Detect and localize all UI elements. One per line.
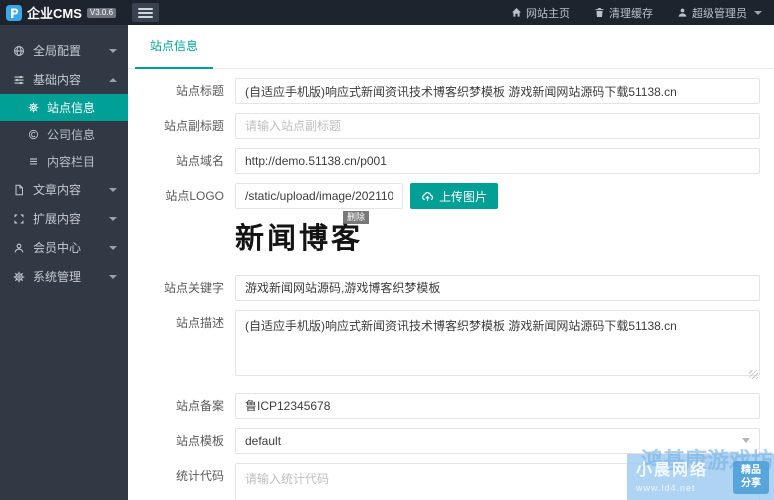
user-icon — [677, 7, 688, 18]
site-logo-label: 站点LOGO — [165, 189, 224, 203]
sidebar-submenu-basic-content: 站点信息 公司信息 内容栏目 — [0, 94, 128, 175]
form-row-site-domain: 站点域名 — [128, 148, 760, 174]
upload-image-button[interactable]: 上传图片 — [410, 183, 499, 209]
home-icon — [511, 7, 522, 18]
site-keywords-input[interactable] — [235, 274, 760, 301]
sidebar-item-company-info[interactable]: 公司信息 — [0, 121, 128, 148]
brand-logo-icon — [6, 5, 22, 21]
nav-site-home[interactable]: 网站主页 — [499, 0, 582, 25]
brand-area[interactable]: 企业CMS V3.0.6 — [0, 3, 128, 22]
form-row-site-template: 站点模板 default — [128, 427, 760, 454]
logo-preview-image: 新闻博客 — [235, 221, 364, 255]
sidebar-item-basic-content[interactable]: 基础内容 — [0, 65, 128, 94]
tab-bar: 站点信息 — [128, 25, 774, 69]
form-row-site-description: 站点描述 (自适应手机版)响应式新闻资讯技术博客织梦模板 游戏新闻网站源码下载5… — [128, 309, 760, 381]
gear-icon — [13, 271, 25, 283]
form-row-stats-code: 统计代码 — [128, 462, 760, 500]
chevron-down-icon — [109, 274, 117, 279]
cloud-upload-icon — [421, 190, 434, 203]
site-subtitle-label: 站点副标题 — [163, 119, 224, 133]
chevron-down-icon — [109, 48, 117, 53]
form-row-site-keywords: 站点关键字 — [128, 274, 760, 301]
sidebar-item-article-content[interactable]: 文章内容 — [0, 175, 128, 204]
top-nav: 网站主页 清理缓存 超级管理员 — [499, 0, 774, 25]
form-row-site-icp: 站点备案 — [128, 392, 760, 419]
sidebar-item-member-center[interactable]: 会员中心 — [0, 233, 128, 262]
chevron-down-icon — [754, 10, 762, 15]
gear-icon — [28, 102, 39, 113]
sliders-icon — [13, 74, 25, 86]
sidebar: 全局配置 基础内容 站点信息 公司信息 内容栏目 文章内容 扩展内容 会员中心 — [0, 25, 128, 500]
top-header-bar: 企业CMS V3.0.6 网站主页 清理缓存 超级管理员 — [0, 0, 774, 25]
chevron-down-icon — [109, 216, 117, 221]
site-template-select[interactable]: default — [235, 427, 760, 454]
stats-code-label: 统计代码 — [175, 468, 224, 483]
trash-icon — [594, 7, 605, 18]
form-row-site-title: 站点标题 — [128, 78, 760, 104]
globe-icon — [13, 45, 25, 57]
main-content: 站点信息 站点标题 站点副标题 站点域名 站点LOGO 上传图片 — [128, 25, 774, 500]
site-domain-label: 站点域名 — [175, 154, 224, 168]
chevron-down-icon — [742, 438, 750, 444]
tab-site-info[interactable]: 站点信息 — [135, 37, 214, 69]
list-icon — [28, 156, 39, 167]
sidebar-item-extended-content[interactable]: 扩展内容 — [0, 204, 128, 233]
hamburger-icon — [138, 7, 153, 10]
chevron-up-icon — [109, 77, 117, 82]
site-info-form: 站点标题 站点副标题 站点域名 站点LOGO 上传图片 删除 新闻博客 — [128, 69, 774, 500]
stats-code-textarea[interactable] — [235, 462, 760, 500]
form-row-site-logo: 站点LOGO 上传图片 — [128, 183, 760, 209]
site-description-textarea[interactable]: (自适应手机版)响应式新闻资讯技术博客织梦模板 游戏新闻网站源码下载51138.… — [235, 309, 760, 376]
site-subtitle-input[interactable] — [235, 113, 760, 139]
nav-admin-menu[interactable]: 超级管理员 — [665, 0, 774, 25]
member-icon — [13, 242, 25, 254]
copyright-icon — [28, 129, 39, 140]
site-icp-input[interactable] — [235, 392, 760, 419]
chevron-down-icon — [109, 187, 117, 192]
site-icp-label: 站点备案 — [175, 398, 224, 413]
brand-name: 企业CMS — [27, 6, 82, 21]
site-title-label: 站点标题 — [175, 84, 224, 98]
logo-preview-area: 删除 新闻博客 — [235, 211, 760, 255]
site-keywords-label: 站点关键字 — [163, 280, 224, 295]
site-template-label: 站点模板 — [175, 433, 224, 448]
form-row-site-subtitle: 站点副标题 — [128, 113, 760, 139]
nav-clear-cache[interactable]: 清理缓存 — [582, 0, 665, 25]
sidebar-item-system-management[interactable]: 系统管理 — [0, 262, 128, 291]
site-description-label: 站点描述 — [175, 315, 224, 330]
delete-logo-button[interactable]: 删除 — [343, 211, 370, 224]
site-template-selected-value: default — [245, 433, 282, 448]
sidebar-item-site-info[interactable]: 站点信息 — [0, 94, 128, 121]
chevron-down-icon — [109, 245, 117, 250]
sidebar-item-content-columns[interactable]: 内容栏目 — [0, 148, 128, 175]
version-badge: V3.0.6 — [86, 7, 117, 18]
sidebar-toggle-button[interactable] — [132, 3, 159, 22]
site-title-input[interactable] — [235, 78, 760, 104]
sidebar-item-global-config[interactable]: 全局配置 — [0, 36, 128, 65]
expand-icon — [13, 213, 25, 225]
site-logo-path-input[interactable] — [235, 183, 403, 209]
site-domain-input[interactable] — [235, 148, 760, 174]
file-icon — [13, 184, 25, 196]
